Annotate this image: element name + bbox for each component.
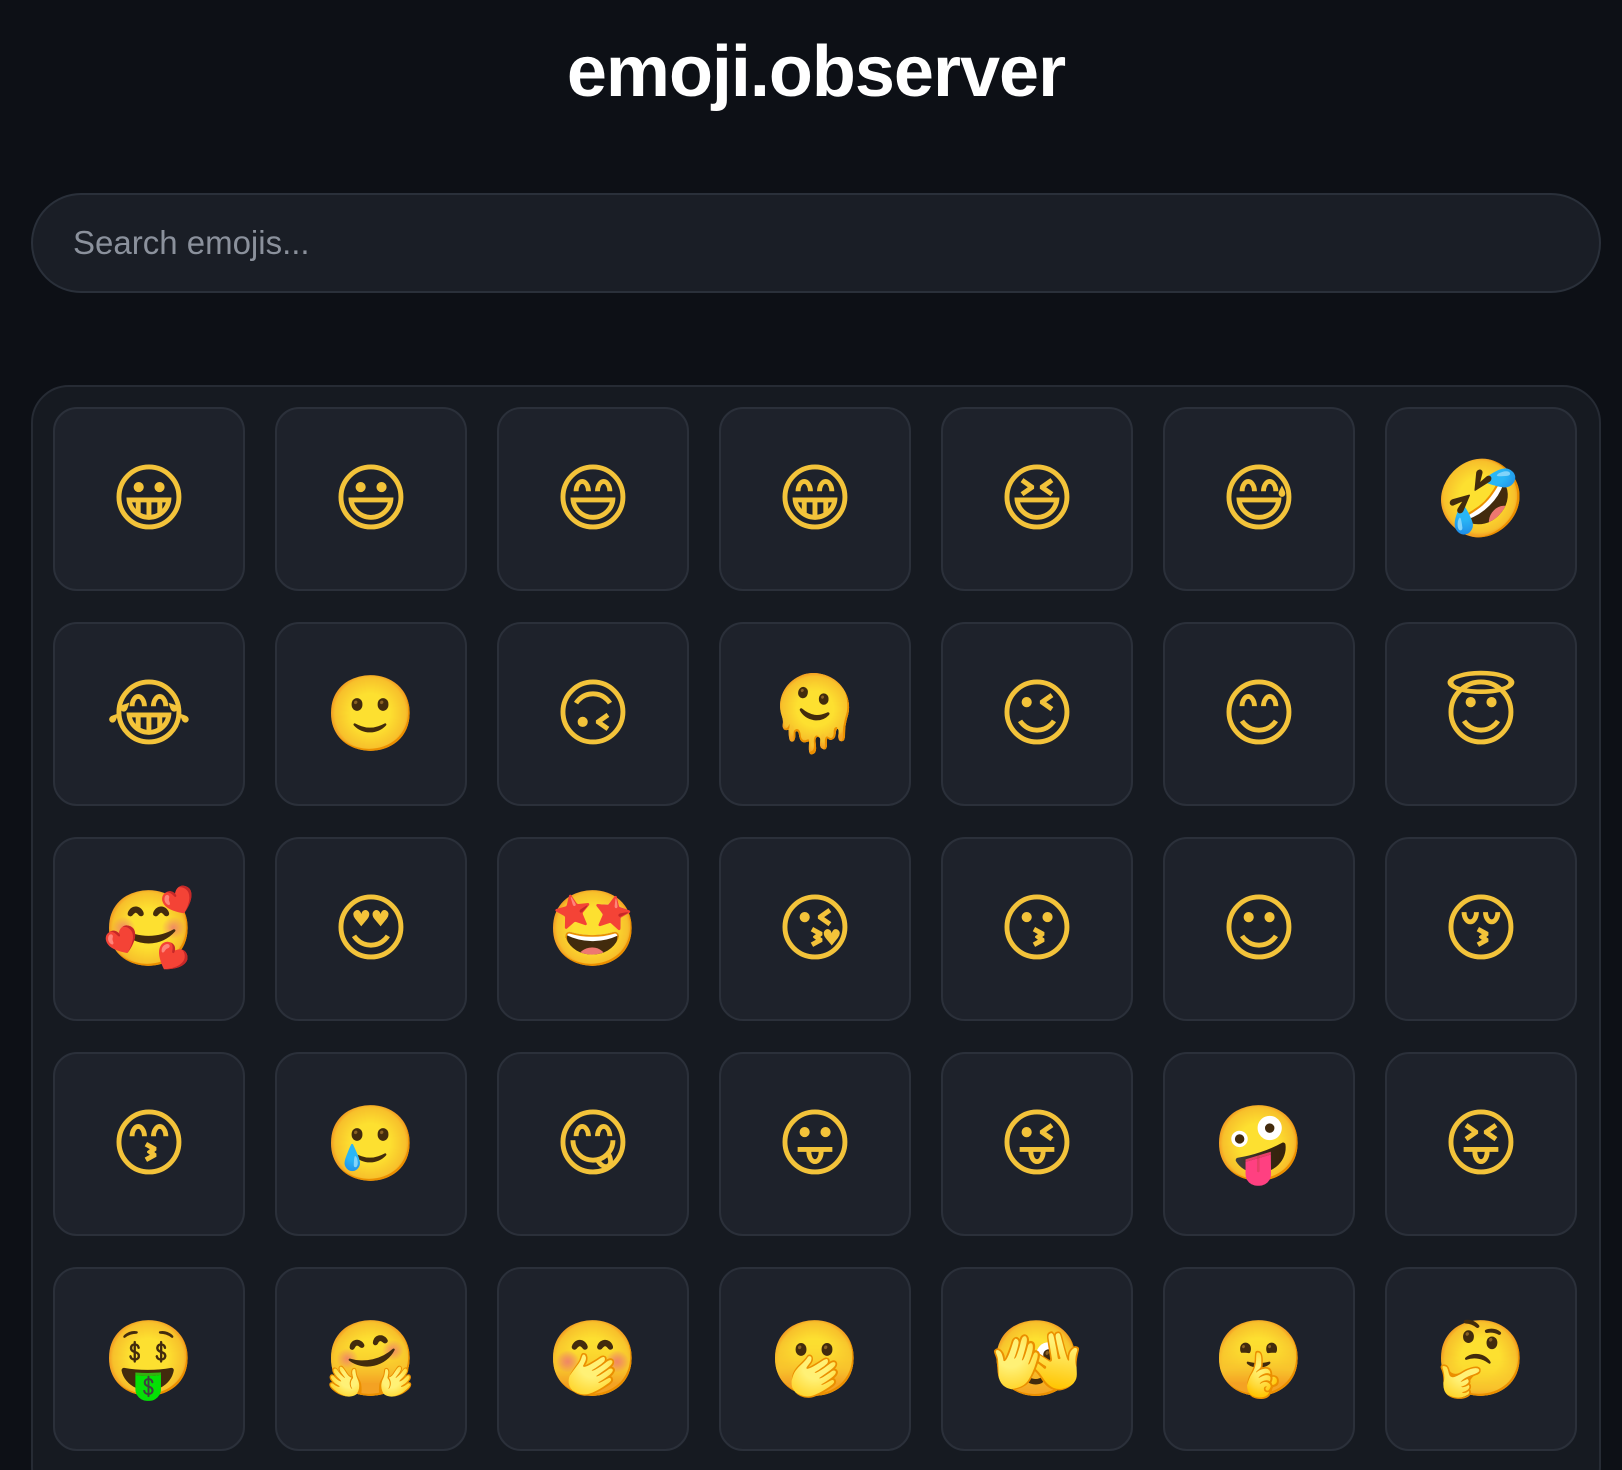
emoji-tile-smiling-face-with-open-hands[interactable]: 🤗 <box>275 1267 467 1451</box>
emoji-tile-grinning-face-with-smiling-eyes[interactable]: 😄 <box>497 407 689 591</box>
emoji-tile-face-blowing-a-kiss[interactable]: 😘 <box>719 837 911 1021</box>
app-title: emoji.observer <box>566 32 1066 112</box>
smiling-face-with-tear-icon: 🥲 <box>324 1101 418 1187</box>
face-with-tears-of-joy-icon: 😂 <box>105 671 193 757</box>
search-input[interactable] <box>33 195 1599 291</box>
emoji-tile-grinning-squinting-face[interactable]: 😆 <box>941 407 1133 591</box>
smiling-face-icon: ☺ <box>1220 886 1298 972</box>
emoji-tile-smiling-face-with-hearts[interactable]: 🥰 <box>53 837 245 1021</box>
emoji-tile-squinting-face-with-tongue[interactable]: 😝 <box>1385 1052 1577 1236</box>
emoji-grid: 😀 😃 😄 😁 😆 😅 🤣 😂 🙂 🙃 🫠 😉 😊 😇 🥰 😍 🤩 😘 😗 ☺ 😚 😙 🥲 😋 😛 😜 🤪 😝 🤑 🤗 🤭 🫢 🫣 🤫 🤔 <box>53 407 1577 1451</box>
smiling-face-with-smiling-eyes-icon: 😊 <box>1220 671 1298 757</box>
face-with-hand-over-mouth-icon: 🤭 <box>546 1316 640 1402</box>
beaming-face-with-smiling-eyes-icon: 😁 <box>776 456 854 542</box>
emoji-tile-grinning-face-with-sweat[interactable]: 😅 <box>1163 407 1355 591</box>
emoji-tile-rolling-on-the-floor-laughing[interactable]: 🤣 <box>1385 407 1577 591</box>
winking-face-with-tongue-icon: 😜 <box>998 1101 1076 1187</box>
money-mouth-face-icon: 🤑 <box>102 1316 196 1402</box>
emoji-tile-face-with-peeking-eye[interactable]: 🫣 <box>941 1267 1133 1451</box>
upside-down-face-icon: 🙃 <box>554 671 632 757</box>
face-with-tongue-icon: 😛 <box>776 1101 854 1187</box>
rolling-on-the-floor-laughing-icon: 🤣 <box>1434 456 1528 542</box>
melting-face-icon: 🫠 <box>768 671 862 757</box>
kissing-face-with-closed-eyes-icon: 😚 <box>1442 886 1520 972</box>
kissing-face-icon: 😗 <box>998 886 1076 972</box>
emoji-tile-money-mouth-face[interactable]: 🤑 <box>53 1267 245 1451</box>
face-with-peeking-eye-icon: 🫣 <box>990 1316 1084 1402</box>
grinning-face-icon: 😀 <box>110 456 188 542</box>
winking-face-icon: 😉 <box>998 671 1076 757</box>
grinning-face-with-big-eyes-icon: 😃 <box>332 456 410 542</box>
kissing-face-with-smiling-eyes-icon: 😙 <box>110 1101 188 1187</box>
emoji-tile-thinking-face[interactable]: 🤔 <box>1385 1267 1577 1451</box>
smiling-face-with-hearts-icon: 🥰 <box>102 886 196 972</box>
emoji-tile-winking-face-with-tongue[interactable]: 😜 <box>941 1052 1133 1236</box>
face-savoring-food-icon: 😋 <box>554 1101 632 1187</box>
smiling-face-with-halo-icon: 😇 <box>1442 671 1520 757</box>
star-struck-icon: 🤩 <box>546 886 640 972</box>
emoji-tile-kissing-face[interactable]: 😗 <box>941 837 1133 1021</box>
emoji-tile-slightly-smiling-face[interactable]: 🙂 <box>275 622 467 806</box>
emoji-grid-panel: 😀 😃 😄 😁 😆 😅 🤣 😂 🙂 🙃 🫠 😉 😊 😇 🥰 😍 🤩 😘 😗 ☺ 😚 😙 🥲 😋 😛 😜 🤪 😝 🤑 🤗 🤭 🫢 🫣 🤫 🤔 <box>31 385 1601 1470</box>
emoji-tile-kissing-face-with-smiling-eyes[interactable]: 😙 <box>53 1052 245 1236</box>
smiling-face-with-heart-eyes-icon: 😍 <box>332 886 410 972</box>
emoji-tile-zany-face[interactable]: 🤪 <box>1163 1052 1355 1236</box>
emoji-tile-melting-face[interactable]: 🫠 <box>719 622 911 806</box>
emoji-tile-smiling-face[interactable]: ☺ <box>1163 837 1355 1021</box>
emoji-tile-face-with-hand-over-mouth[interactable]: 🤭 <box>497 1267 689 1451</box>
emoji-tile-winking-face[interactable]: 😉 <box>941 622 1133 806</box>
grinning-face-with-smiling-eyes-icon: 😄 <box>554 456 632 542</box>
grinning-face-with-sweat-icon: 😅 <box>1220 456 1298 542</box>
face-with-open-eyes-and-hand-over-mouth-icon: 🫢 <box>768 1316 862 1402</box>
emoji-tile-smiling-face-with-smiling-eyes[interactable]: 😊 <box>1163 622 1355 806</box>
zany-face-icon: 🤪 <box>1212 1101 1306 1187</box>
emoji-tile-shushing-face[interactable]: 🤫 <box>1163 1267 1355 1451</box>
search-bar <box>31 193 1601 293</box>
grinning-squinting-face-icon: 😆 <box>998 456 1076 542</box>
emoji-tile-grinning-face[interactable]: 😀 <box>53 407 245 591</box>
emoji-tile-smiling-face-with-tear[interactable]: 🥲 <box>275 1052 467 1236</box>
emoji-tile-face-with-tongue[interactable]: 😛 <box>719 1052 911 1236</box>
emoji-tile-upside-down-face[interactable]: 🙃 <box>497 622 689 806</box>
emoji-tile-kissing-face-with-closed-eyes[interactable]: 😚 <box>1385 837 1577 1021</box>
slightly-smiling-face-icon: 🙂 <box>324 671 418 757</box>
emoji-tile-beaming-face-with-smiling-eyes[interactable]: 😁 <box>719 407 911 591</box>
thinking-face-icon: 🤔 <box>1434 1316 1528 1402</box>
squinting-face-with-tongue-icon: 😝 <box>1442 1101 1520 1187</box>
smiling-face-with-open-hands-icon: 🤗 <box>324 1316 418 1402</box>
face-blowing-a-kiss-icon: 😘 <box>776 886 854 972</box>
emoji-tile-smiling-face-with-halo[interactable]: 😇 <box>1385 622 1577 806</box>
emoji-tile-face-savoring-food[interactable]: 😋 <box>497 1052 689 1236</box>
emoji-tile-star-struck[interactable]: 🤩 <box>497 837 689 1021</box>
emoji-tile-face-with-open-eyes-and-hand-over-mouth[interactable]: 🫢 <box>719 1267 911 1451</box>
emoji-tile-smiling-face-with-heart-eyes[interactable]: 😍 <box>275 837 467 1021</box>
emoji-tile-face-with-tears-of-joy[interactable]: 😂 <box>53 622 245 806</box>
shushing-face-icon: 🤫 <box>1212 1316 1306 1402</box>
emoji-tile-grinning-face-with-big-eyes[interactable]: 😃 <box>275 407 467 591</box>
app-root: emoji.observer 😀 😃 😄 😁 😆 😅 🤣 😂 🙂 🙃 🫠 😉 😊 😇 🥰 😍 🤩 😘 😗 ☺ 😚 😙 🥲 😋 😛… <box>0 0 1622 1470</box>
